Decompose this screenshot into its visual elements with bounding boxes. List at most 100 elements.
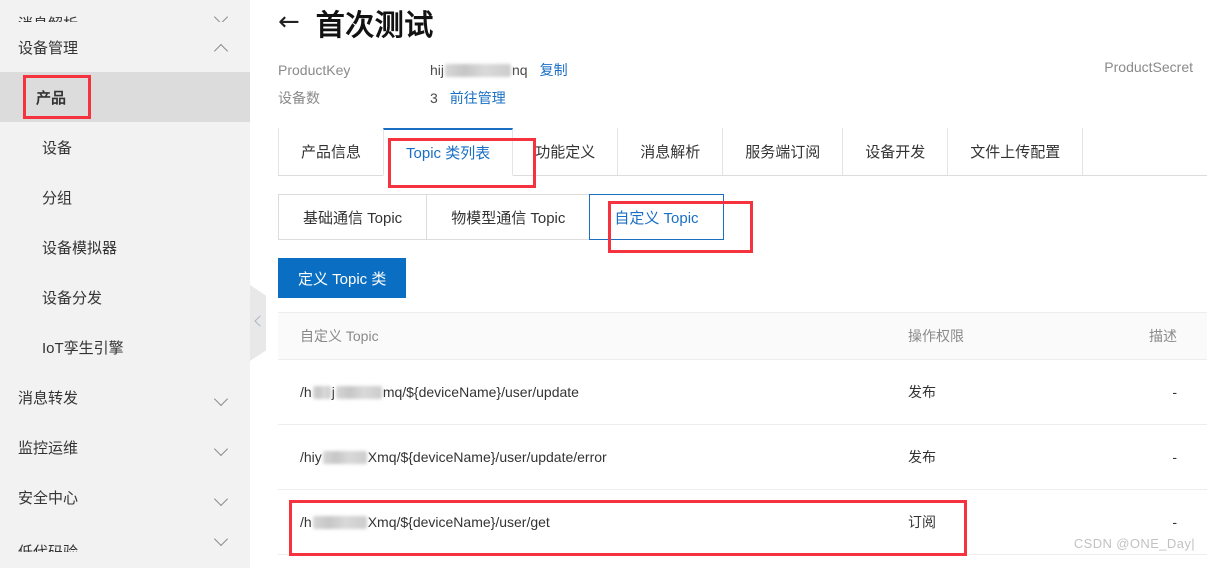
tab-label: 功能定义 — [535, 144, 596, 161]
tab-label: 服务端订阅 — [745, 144, 821, 161]
cell-permission: 发布 — [908, 384, 936, 400]
sidebar-item-products[interactable]: 产品 — [0, 72, 250, 122]
redacted-mask — [312, 515, 367, 529]
sidebar-item-device-distribution[interactable]: 设备分发 — [0, 272, 250, 322]
product-key-prefix: hij — [430, 62, 445, 78]
topic-suffix: Xmq/${deviceName}/user/update/error — [367, 449, 607, 465]
cell-description: - — [1172, 449, 1177, 465]
table-header-row: 自定义 Topic 操作权限 描述 — [278, 312, 1207, 360]
chevron-down-icon — [215, 391, 228, 404]
sidebar-group-monitoring[interactable]: 监控运维 — [0, 422, 250, 472]
cell-topic: /h j mq/${deviceName}/user/update — [278, 384, 908, 400]
redacted-mask — [335, 385, 382, 399]
sidebar-group-label: 消息解析 — [18, 13, 78, 22]
sidebar-collapse-handle[interactable] — [250, 285, 266, 361]
sidebar-item-devices[interactable]: 设备 — [0, 122, 250, 172]
sidebar-item-device-simulator[interactable]: 设备模拟器 — [0, 222, 250, 272]
cell-topic: /hiy Xmq/${deviceName}/user/update/error — [278, 449, 908, 465]
product-secret-label: ProductSecret — [1104, 59, 1193, 75]
device-count-label: 设备数 — [278, 90, 320, 106]
tab-function-definition[interactable]: 功能定义 — [512, 128, 619, 175]
tab-label: Topic 类列表 — [406, 145, 491, 162]
chevron-down-icon — [215, 531, 228, 544]
sidebar-group-label: 消息转发 — [18, 389, 79, 407]
sidebar-group-device-management[interactable]: 设备管理 — [0, 22, 250, 72]
topic-suffix: Xmq/${deviceName}/user/get — [367, 514, 550, 530]
watermark: CSDN @ONE_Day| — [1073, 536, 1195, 551]
tab-server-subscription[interactable]: 服务端订阅 — [722, 128, 844, 175]
product-key-value: hij nq 复制 — [430, 60, 568, 80]
sidebar-group-message-parse[interactable]: 消息解析 — [0, 0, 250, 22]
app-root: 消息解析 设备管理 产品 设备 分组 设备模拟器 设备分发 IoT孪生引擎 消息… — [0, 0, 1207, 568]
custom-topic-table: 自定义 Topic 操作权限 描述 /h j mq/${deviceName}/us… — [278, 312, 1207, 555]
redacted-mask — [322, 450, 367, 464]
redacted-mask — [312, 385, 331, 399]
sidebar-item-groups[interactable]: 分组 — [0, 172, 250, 222]
chevron-down-icon — [215, 441, 228, 454]
cell-description: - — [1172, 514, 1177, 530]
sidebar-item-label: IoT孪生引擎 — [42, 339, 124, 357]
define-topic-class-button[interactable]: 定义 Topic 类 — [278, 258, 407, 298]
sidebar-item-label: 分组 — [42, 189, 73, 207]
sidebar-group-lowcode[interactable]: 低代码验 — [0, 522, 250, 553]
chevron-down-icon — [215, 9, 228, 22]
redacted-mask — [445, 63, 512, 77]
topic-prefix: /h — [300, 514, 312, 530]
product-meta: ProductKey hij nq 复制 设备数 3 前往管理 ProductS… — [250, 56, 1207, 112]
page-title: 首次测试 — [315, 10, 434, 42]
sidebar-item-label: 设备分发 — [42, 289, 103, 307]
device-count-row: 设备数 3 前往管理 — [278, 84, 1207, 112]
subtab-label: 基础通信 Topic — [303, 209, 403, 227]
subtab-thing-model-communication-topic[interactable]: 物模型通信 Topic — [426, 194, 590, 240]
sidebar-item-iot-twin-engine[interactable]: IoT孪生引擎 — [0, 322, 250, 372]
product-key-suffix: nq — [512, 62, 528, 78]
main-content: ← 首次测试 ProductKey hij nq 复制 设备数 3 前往管理 P… — [250, 0, 1207, 568]
copy-button[interactable]: 复制 — [540, 60, 568, 80]
column-header-permission: 操作权限 — [908, 328, 964, 344]
sidebar-group-label: 设备管理 — [18, 39, 79, 57]
sidebar-group-label: 监控运维 — [18, 439, 79, 457]
tab-topic-list[interactable]: Topic 类列表 — [383, 128, 514, 176]
subtab-label: 物模型通信 Topic — [451, 209, 566, 227]
sidebar-group-label: 安全中心 — [18, 489, 79, 507]
cell-permission: 发布 — [908, 449, 936, 465]
device-count-value: 3 — [430, 90, 438, 106]
subtab-label: 自定义 Topic — [614, 209, 699, 227]
tab-label: 产品信息 — [301, 144, 362, 161]
tab-label: 设备开发 — [865, 144, 926, 161]
topic-mid: j — [331, 384, 335, 400]
column-header-description: 描述 — [1149, 328, 1177, 344]
table-row[interactable]: /hiy Xmq/${deviceName}/user/update/error … — [278, 425, 1207, 490]
sidebar-item-label: 设备 — [42, 139, 73, 157]
sidebar-item-label: 设备模拟器 — [42, 239, 118, 257]
chevron-up-icon — [215, 41, 228, 54]
tab-device-development[interactable]: 设备开发 — [842, 128, 949, 175]
product-key-label: ProductKey — [278, 62, 351, 78]
cell-permission: 订阅 — [908, 514, 936, 530]
tab-bar: 产品信息 Topic 类列表 功能定义 消息解析 服务端订阅 设备开发 文件上传… — [278, 128, 1207, 176]
chevron-down-icon — [215, 491, 228, 504]
subtab-bar: 基础通信 Topic 物模型通信 Topic 自定义 Topic — [278, 194, 1207, 240]
device-count-value-wrap: 3 前往管理 — [430, 88, 506, 108]
goto-manage-link[interactable]: 前往管理 — [450, 88, 506, 108]
topic-prefix: /hiy — [300, 449, 322, 465]
page-header: ← 首次测试 — [250, 0, 1207, 46]
tab-product-info[interactable]: 产品信息 — [278, 128, 385, 175]
back-arrow-icon[interactable]: ← — [278, 9, 300, 35]
subtab-basic-communication-topic[interactable]: 基础通信 Topic — [278, 194, 427, 240]
topic-suffix: mq/${deviceName}/user/update — [382, 384, 579, 400]
tab-label: 文件上传配置 — [970, 144, 1061, 161]
table-row[interactable]: /h j mq/${deviceName}/user/update 发布 - — [278, 360, 1207, 425]
sidebar-group-security-center[interactable]: 安全中心 — [0, 472, 250, 522]
cell-description: - — [1172, 384, 1177, 400]
sidebar-group-message-forward[interactable]: 消息转发 — [0, 372, 250, 422]
tab-bar-filler — [1082, 128, 1207, 175]
subtab-custom-topic[interactable]: 自定义 Topic — [589, 194, 724, 240]
sidebar: 消息解析 设备管理 产品 设备 分组 设备模拟器 设备分发 IoT孪生引擎 消息… — [0, 0, 250, 568]
tab-message-parse[interactable]: 消息解析 — [617, 128, 724, 175]
cell-topic: /h Xmq/${deviceName}/user/get — [278, 514, 908, 530]
table-row[interactable]: /h Xmq/${deviceName}/user/get 订阅 - — [278, 490, 1207, 555]
sidebar-group-label: 低代码验 — [18, 543, 79, 553]
column-header-topic: 自定义 Topic — [300, 328, 379, 344]
tab-file-upload-config[interactable]: 文件上传配置 — [947, 128, 1084, 175]
